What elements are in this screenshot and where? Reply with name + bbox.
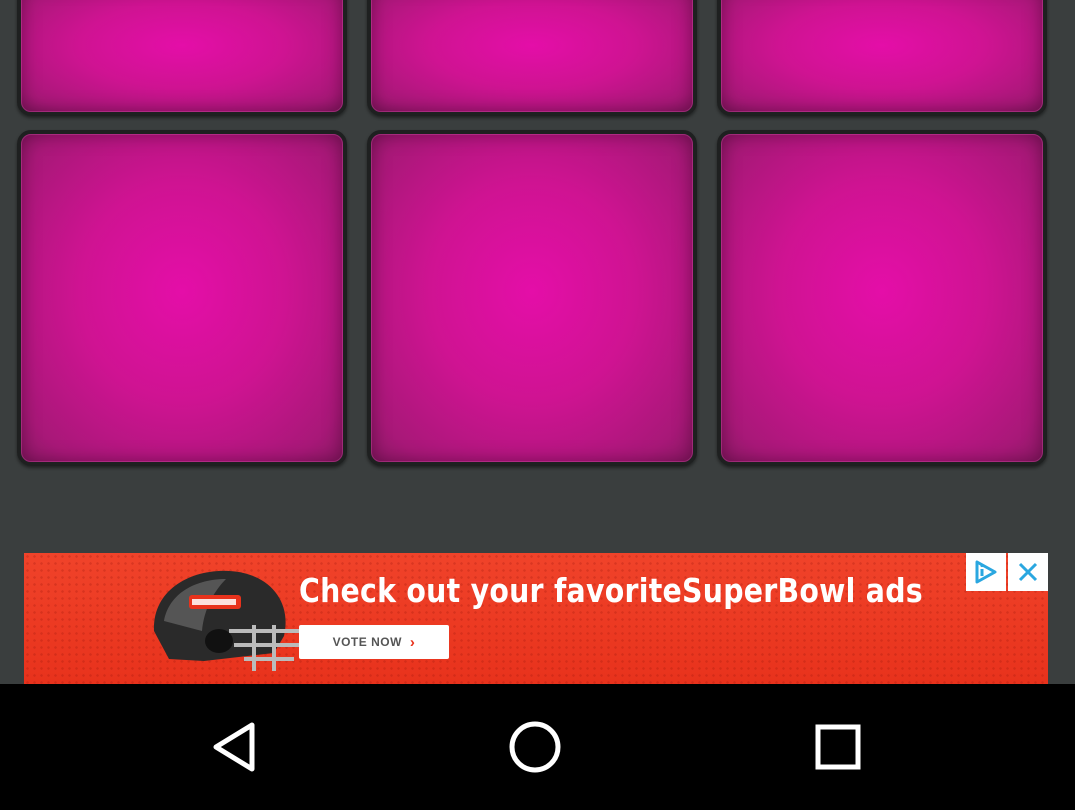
drum-pad-4[interactable]	[17, 130, 347, 466]
drum-pad-5[interactable]	[367, 130, 697, 466]
back-triangle-icon	[213, 722, 255, 772]
recents-button[interactable]	[783, 702, 893, 792]
drum-pad-1[interactable]	[17, 0, 347, 116]
back-button[interactable]	[180, 702, 290, 792]
chevron-right-icon: ›	[409, 633, 416, 651]
ad-headline[interactable]: Check out your favoriteSuperBowl ads	[299, 571, 923, 610]
adchoices-icon[interactable]	[966, 553, 1006, 591]
drum-pad-2[interactable]	[367, 0, 697, 116]
vote-now-button[interactable]: VOTE NOW ›	[299, 625, 449, 659]
football-helmet-icon	[153, 570, 299, 671]
system-navigation-bar	[0, 684, 1075, 810]
close-icon[interactable]	[1008, 553, 1048, 591]
recents-square-icon	[815, 724, 861, 770]
home-button[interactable]	[480, 702, 590, 792]
ad-banner[interactable]: Check out your favoriteSuperBowl ads VOT…	[24, 553, 1048, 684]
vote-now-label: VOTE NOW	[332, 635, 402, 649]
home-circle-icon	[509, 721, 561, 773]
drum-pad-3[interactable]	[717, 0, 1047, 116]
drum-pad-6[interactable]	[717, 130, 1047, 466]
